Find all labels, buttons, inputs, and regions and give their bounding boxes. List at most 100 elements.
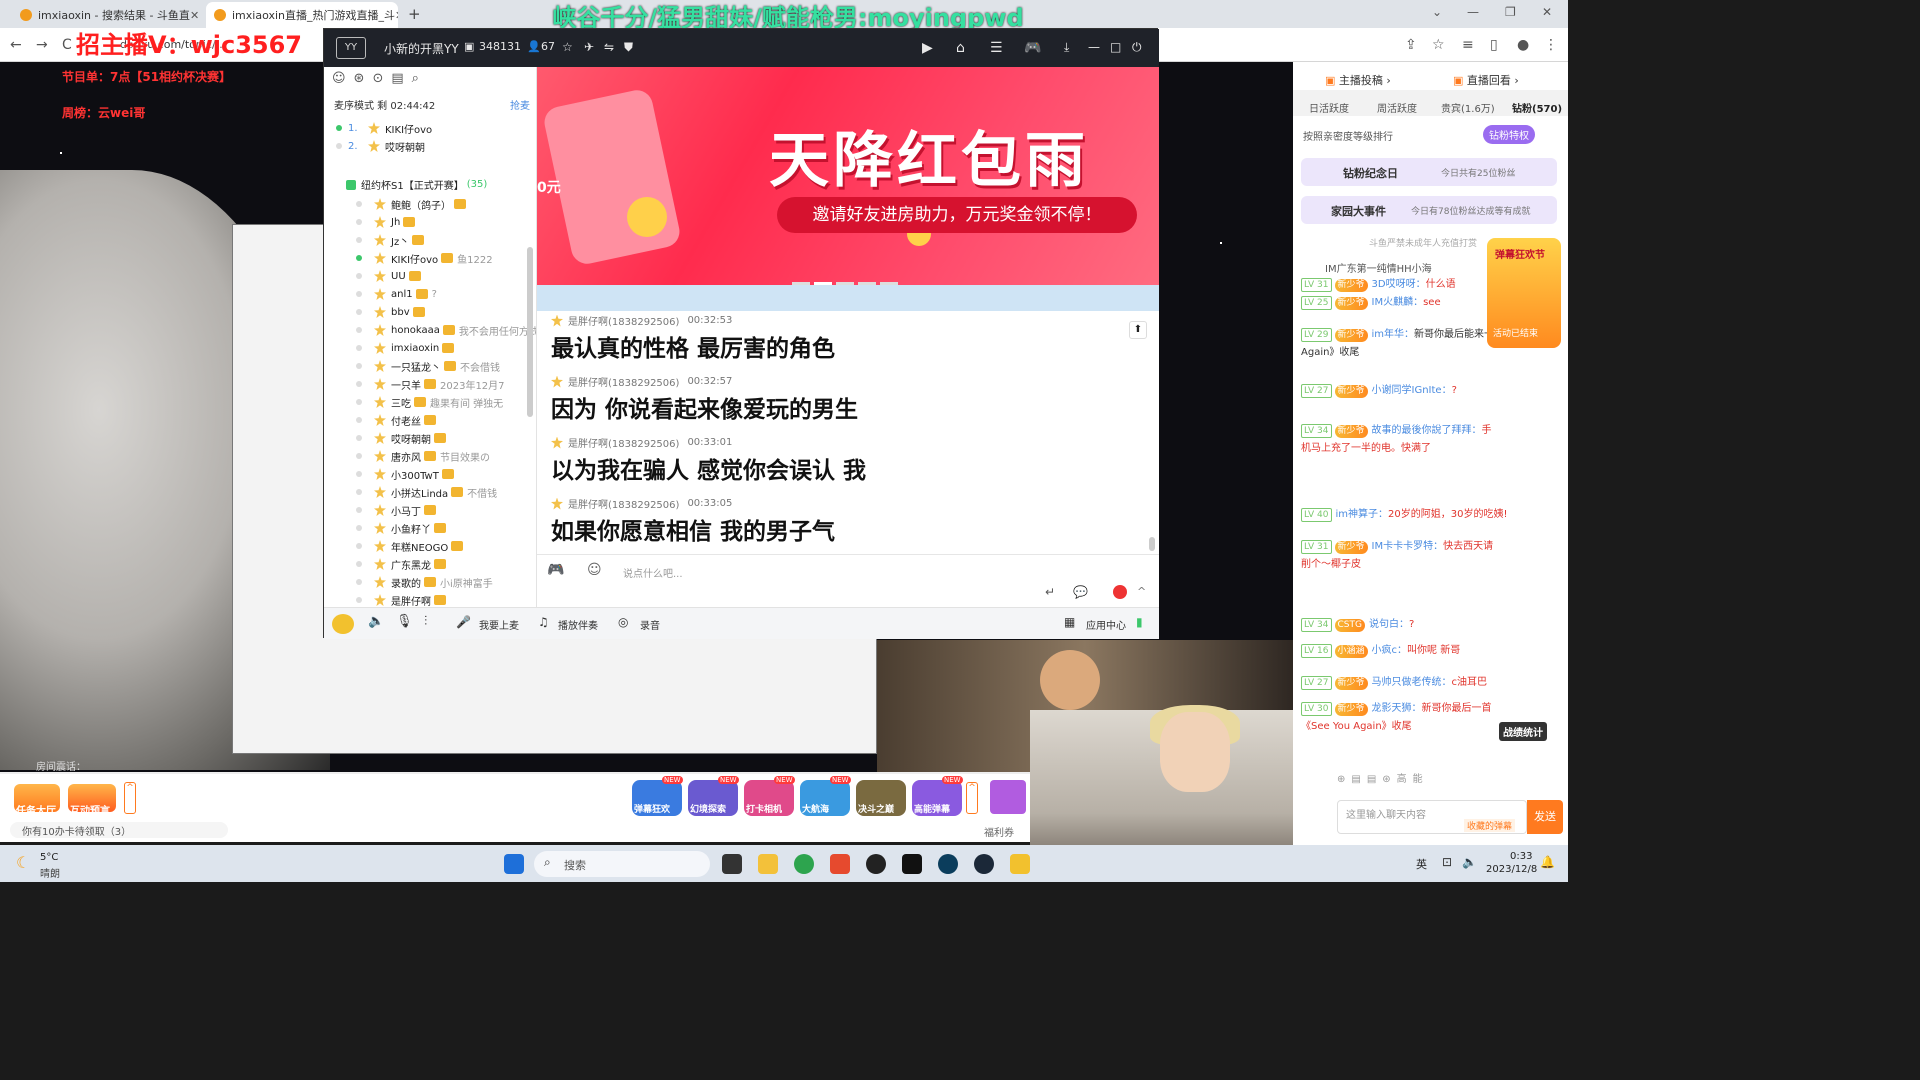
member-row[interactable]: 鲍鲍（鸽子） <box>324 195 536 213</box>
windows-start-icon[interactable] <box>504 854 524 874</box>
speaker-icon[interactable]: 🔈 <box>368 614 384 629</box>
gift-button[interactable]: 打卡相机 NEW <box>744 776 795 816</box>
share-icon[interactable]: ⇪ <box>1405 37 1417 53</box>
back-icon[interactable]: ← <box>10 37 22 53</box>
member-row[interactable]: 小鱼籽丫 <box>324 519 536 537</box>
queue-item[interactable]: 2. 哎呀朝朝 <box>324 137 536 155</box>
task-view-icon[interactable] <box>722 854 742 874</box>
app-icon[interactable] <box>938 854 958 874</box>
member-row[interactable]: 年糕NEOGO <box>324 537 536 555</box>
chat-nickname[interactable]: 小疯c： <box>1372 645 1408 656</box>
chat-message[interactable]: LV 34 新少爷 故事的最後你說了拜拜：手机马上充了一半的电。快满了 <box>1301 422 1501 458</box>
member-scrollbar[interactable] <box>527 247 533 417</box>
interact-preview-button[interactable]: 互动预言 <box>70 802 110 817</box>
maximize-icon[interactable]: □ <box>1110 40 1121 54</box>
member-row[interactable]: UU <box>324 267 536 285</box>
chat-nickname[interactable]: 小谢同学IGnIte： <box>1372 385 1452 396</box>
welfare-ticket-icon[interactable] <box>990 780 1026 814</box>
family-event-card[interactable]: 家园大事件 今日有78位粉丝达成等有成就 <box>1301 196 1557 224</box>
replay-link[interactable]: ▣ 直播回看 › <box>1453 72 1519 88</box>
gift-button[interactable]: 决斗之巅 <box>856 780 906 816</box>
member-row[interactable]: honokaaa 我不会用任何方式 <box>324 321 536 339</box>
record-button[interactable]: 录音 <box>640 617 660 632</box>
plane-icon[interactable]: ✈ <box>584 40 594 54</box>
reading-list-icon[interactable]: ≡ <box>1462 37 1474 53</box>
mascot-icon[interactable] <box>332 614 354 634</box>
shield-icon[interactable]: ⛊ <box>624 40 633 55</box>
member-row[interactable]: 小拼达Linda 不借钱 <box>324 483 536 501</box>
new-tab-icon[interactable]: + <box>408 5 421 23</box>
banner-carousel-dots[interactable] <box>792 275 904 285</box>
emoji-icon[interactable]: ☺ <box>587 562 602 578</box>
send-button[interactable]: 发送 <box>1527 800 1563 834</box>
volume-icon[interactable]: 🔈 <box>1462 855 1477 869</box>
chrome-icon[interactable] <box>794 854 814 874</box>
collapse-icon[interactable]: ⤓ <box>1064 40 1069 55</box>
expand-arrow-icon[interactable]: ^ <box>124 782 136 814</box>
list-icon[interactable]: ☰ <box>990 40 1003 56</box>
chat-message[interactable]: LV 27 新少爷 小谢同学IGnIte：? <box>1301 382 1563 400</box>
gift-button[interactable]: 大航海 NEW <box>800 776 851 816</box>
chat-nickname[interactable]: im神算子： <box>1336 509 1389 520</box>
network-icon[interactable]: ⊡ <box>1442 855 1452 869</box>
chat-nickname[interactable]: 故事的最後你說了拜拜： <box>1372 425 1482 436</box>
chat-nickname[interactable]: 龙影天狮： <box>1372 703 1422 714</box>
share-icon[interactable]: ⇋ <box>604 40 614 54</box>
profile-icon[interactable]: ● <box>1517 37 1529 53</box>
card-notice[interactable]: 你有10办卡待领取（3） <box>22 823 131 838</box>
diamond-day-card[interactable]: 钻粉纪念日 今日共有25位粉丝 <box>1301 158 1557 186</box>
forward-icon[interactable]: → <box>36 37 48 53</box>
member-row[interactable]: KIKI仔ovo 鱼1222 <box>324 249 536 267</box>
chat-tool-icons[interactable]: ⊕▤▤⊛高能 <box>1337 770 1568 788</box>
member-row[interactable]: bbv <box>324 303 536 321</box>
mic-up-button[interactable]: 我要上麦 <box>479 617 519 632</box>
yy-app-icon[interactable] <box>1010 854 1030 874</box>
chat-message[interactable]: LV 34 CSTG 说句白：? <box>1301 616 1563 634</box>
tab-weekly[interactable]: 周活跃度 <box>1377 100 1417 115</box>
chat-message[interactable]: LV 27 新少爷 马帅只做老传统：c油耳巴 <box>1301 674 1563 692</box>
chat-message[interactable]: LV 31 新少爷 3D哎呀呀：什么语 <box>1301 276 1481 294</box>
power-close-icon[interactable]: ⏻ <box>1132 40 1142 55</box>
file-explorer-icon[interactable] <box>758 854 778 874</box>
mic-icon[interactable]: 🎙 <box>396 614 413 629</box>
tab-diamond[interactable]: 钻粉(570) <box>1512 100 1562 115</box>
enter-icon[interactable]: ↵ <box>1045 585 1055 599</box>
home-icon[interactable]: ⌂ <box>956 40 965 56</box>
tab-daily[interactable]: 日活跃度 <box>1309 100 1349 115</box>
chat-message[interactable]: LV 16 小涵涵 小疯c：叫你呢 新哥 <box>1301 642 1563 660</box>
gamepad-icon[interactable]: 🎮 <box>1024 40 1041 56</box>
close-tab-icon[interactable]: ✕ <box>190 9 199 22</box>
message-sender[interactable]: 是胖仔啊(1838292506) <box>568 435 679 450</box>
scroll-top-icon[interactable]: ⬆ <box>1129 321 1147 339</box>
minimize-icon[interactable]: — <box>1467 5 1479 19</box>
member-row[interactable]: 小马丁 <box>324 501 536 519</box>
gift-button[interactable]: 弹幕狂欢 NEW <box>632 776 683 816</box>
message-sender[interactable]: 是胖仔啊(1838292506) <box>568 313 679 328</box>
app-icon[interactable] <box>866 854 886 874</box>
welfare-button[interactable]: 福利券 <box>984 824 1014 839</box>
member-row[interactable]: 唐亦风 节目效果の <box>324 447 536 465</box>
left-toolbar-icons[interactable]: ☺⊛⊙▤⌕ <box>332 71 427 86</box>
gift-button[interactable]: 高能弹幕 NEW <box>912 776 963 816</box>
message-sender[interactable]: 是胖仔啊(1838292506) <box>568 374 679 389</box>
app-icon[interactable] <box>902 854 922 874</box>
notification-bell-icon[interactable]: 🔔 <box>1540 855 1555 869</box>
steam-icon[interactable] <box>974 854 994 874</box>
member-row[interactable]: imxiaoxin <box>324 339 536 357</box>
message-sender[interactable]: 是胖仔啊(1838292506) <box>568 496 679 511</box>
video-icon[interactable]: ▶ <box>922 40 933 56</box>
chat-scrollbar[interactable] <box>1149 537 1155 551</box>
gift-button[interactable]: 幻境探索 NEW <box>688 776 739 816</box>
sidebar-icon[interactable]: ▯ <box>1490 37 1498 53</box>
festival-badge[interactable]: 弹幕狂欢节 活动已结束 <box>1487 238 1561 348</box>
taskbar-search[interactable]: ⌕ 搜索 <box>534 851 710 877</box>
chat-message[interactable]: LV 31 新少爷 IM卡卡卡罗特：快去西天请削个～椰子皮 <box>1301 538 1501 574</box>
chat-nickname[interactable]: im年华： <box>1372 329 1415 340</box>
close-window-icon[interactable]: ✕ <box>1542 5 1552 19</box>
clock-time[interactable]: 0:33 <box>1510 851 1532 862</box>
chat-nickname[interactable]: IM卡卡卡罗特： <box>1372 541 1444 552</box>
streamer-submit-link[interactable]: ▣ 主播投稿 › <box>1325 72 1391 88</box>
danmu-input[interactable]: 这里输入聊天内容 收藏的弹幕 <box>1337 800 1527 834</box>
channel-group-header[interactable]: 纽约杯S1【正式开赛】 (35) <box>346 177 487 192</box>
ime-indicator[interactable]: 英 <box>1416 856 1427 872</box>
